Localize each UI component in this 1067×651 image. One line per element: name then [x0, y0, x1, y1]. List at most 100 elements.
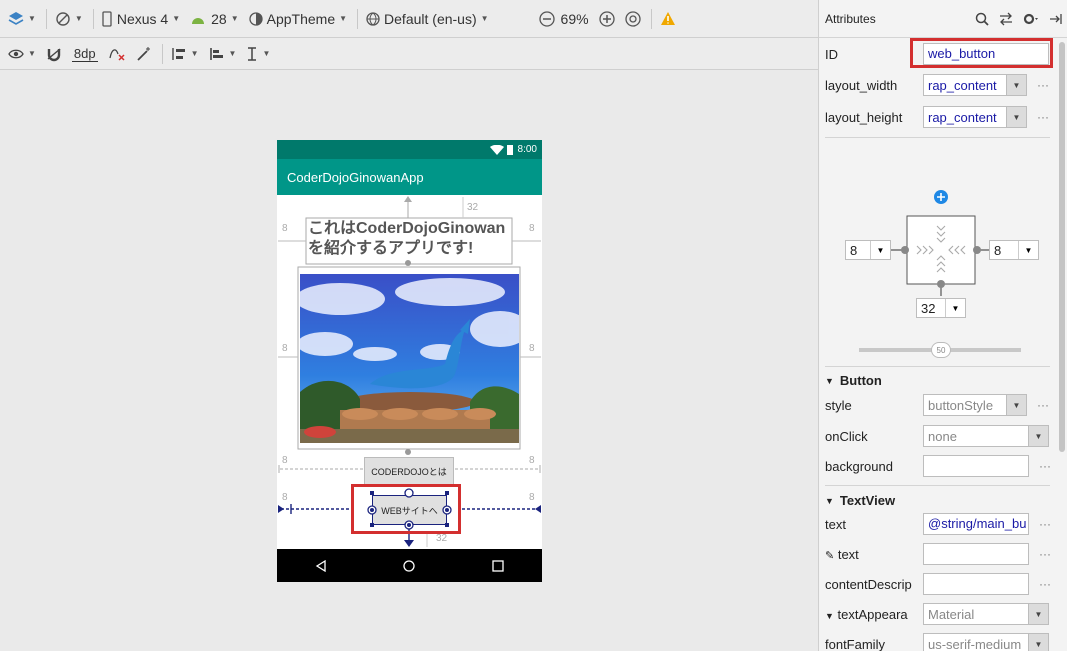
- more-icon[interactable]: ···: [1039, 547, 1051, 561]
- device-dropdown[interactable]: Nexus 4 ▼: [102, 11, 180, 27]
- hide-panel-icon[interactable]: [1049, 12, 1063, 26]
- button-section-header[interactable]: ▼ Button: [825, 373, 882, 388]
- align-dropdown[interactable]: ▼: [209, 46, 236, 62]
- rotate-icon: [56, 11, 70, 26]
- design-toolbar: ▼ ▼ Nexus 4 ▼ 28 ▼ AppTheme ▼ Default (en-u…: [0, 0, 818, 38]
- clear-constraints-button[interactable]: [108, 46, 126, 62]
- eye-icon: [8, 49, 24, 58]
- chevron-down-icon: ▼: [1018, 241, 1038, 259]
- text-field[interactable]: @string/main_bu: [923, 513, 1029, 535]
- constraint-widget[interactable]: [839, 180, 1054, 365]
- locale-dropdown[interactable]: Default (en-us) ▼: [366, 11, 489, 27]
- swap-icon[interactable]: [999, 12, 1013, 26]
- zoom-fit-icon: [624, 10, 641, 27]
- right-margin-select[interactable]: 8 ▼: [989, 240, 1039, 260]
- whale-statue-image[interactable]: [300, 274, 519, 443]
- left-margin-select[interactable]: 8 ▼: [845, 240, 891, 260]
- textview-section-header[interactable]: ▼ TextView: [825, 493, 895, 508]
- image-margin-left-label: 8: [282, 343, 288, 354]
- style-label: style: [825, 397, 852, 413]
- intro-textview[interactable]: これはCoderDojoGinowan を紹介するアプリです!: [308, 219, 508, 259]
- clear-constraints-icon: [108, 48, 125, 61]
- layout-height-label: layout_height: [825, 109, 903, 125]
- style-select[interactable]: buttonStyle ▼: [923, 394, 1027, 416]
- onclick-row: onClick none ▼: [825, 424, 1055, 448]
- separator: [45, 8, 47, 29]
- api-label: 28: [211, 10, 227, 27]
- guidelines-dropdown[interactable]: ▼: [246, 46, 270, 62]
- zoom-in-button[interactable]: [598, 10, 615, 27]
- content-description-field[interactable]: [923, 573, 1029, 595]
- text-appearance-select[interactable]: Material ▼: [923, 603, 1049, 625]
- tools-text-field[interactable]: [923, 543, 1029, 565]
- arrow-up-icon: [404, 196, 412, 202]
- orientation-dropdown[interactable]: ▼: [55, 11, 83, 27]
- layers-icon: [8, 11, 24, 25]
- font-family-row: fontFamily us-serif-medium ▼: [825, 632, 1055, 651]
- text-appearance-row: ▼ textAppeara Material ▼: [825, 602, 1055, 626]
- highlight-box-button: [351, 484, 461, 534]
- chevron-down-icon: ▼: [945, 299, 965, 317]
- textview-anchor: [405, 260, 411, 266]
- image-margin-right-label: 8: [529, 343, 535, 354]
- gear-icon[interactable]: [1023, 12, 1039, 26]
- background-field[interactable]: [923, 455, 1029, 477]
- layout-width-select[interactable]: rap_content ▼: [923, 74, 1027, 96]
- onclick-select[interactable]: none ▼: [923, 425, 1049, 447]
- search-icon[interactable]: [975, 12, 989, 26]
- more-icon[interactable]: ···: [1039, 517, 1051, 531]
- zoom-level: 69%: [560, 10, 589, 27]
- layers-dropdown[interactable]: ▼: [8, 11, 36, 27]
- view-options-dropdown[interactable]: ▼: [8, 48, 36, 60]
- more-icon[interactable]: ···: [1037, 110, 1049, 124]
- locale-label: Default (en-us): [384, 10, 477, 27]
- scrollbar[interactable]: [1059, 42, 1065, 452]
- margin-left-label: 8: [282, 223, 288, 234]
- infer-constraints-button[interactable]: [136, 46, 152, 62]
- bias-slider-handle[interactable]: 50: [931, 342, 951, 358]
- warning-button[interactable]: [660, 11, 676, 26]
- zoom-out-button[interactable]: [538, 10, 555, 27]
- theme-dropdown[interactable]: AppTheme ▼: [248, 11, 347, 27]
- intro-text-line2: を紹介するアプリです!: [308, 240, 474, 257]
- home-icon[interactable]: [402, 559, 416, 573]
- text-label: text: [825, 516, 846, 532]
- phone-icon: [102, 10, 112, 27]
- layout-width-label: layout_width: [825, 77, 898, 93]
- tools-text-label: ✎ text: [825, 546, 859, 562]
- bottom-margin-select[interactable]: 32 ▼: [916, 298, 966, 318]
- chevron-down-icon: ▼: [1028, 604, 1048, 624]
- chevron-down-icon: ▼: [870, 241, 890, 259]
- content-description-label: contentDescrip: [825, 576, 912, 592]
- id-label: ID: [825, 46, 838, 62]
- button1-margin-right-label: 8: [529, 455, 535, 466]
- layout-height-select[interactable]: rap_content ▼: [923, 106, 1027, 128]
- api-dropdown[interactable]: 28 ▼: [190, 11, 239, 27]
- guideline-icon: [248, 46, 257, 61]
- more-icon[interactable]: ···: [1037, 398, 1049, 412]
- navigation-bar: [277, 549, 542, 582]
- zoom-fit-button[interactable]: [624, 10, 641, 27]
- autoconnect-toggle[interactable]: [46, 46, 62, 62]
- recents-icon[interactable]: [492, 559, 504, 572]
- theme-icon: [248, 11, 263, 26]
- font-family-label: fontFamily: [825, 636, 885, 651]
- button2-margin-left-label: 8: [282, 492, 288, 503]
- chevron-down-icon: ▼: [1006, 75, 1026, 95]
- margin-bottom-label: 32: [436, 533, 448, 544]
- more-icon[interactable]: ···: [1037, 78, 1049, 92]
- back-icon[interactable]: [315, 559, 327, 572]
- pack-icon: [171, 47, 185, 60]
- layout-height-row: layout_height rap_content ▼ ···: [825, 105, 1055, 129]
- zoom-in-icon: [598, 10, 615, 27]
- battery-icon: [506, 145, 513, 155]
- more-icon[interactable]: ···: [1039, 577, 1051, 591]
- tools-text-row: ✎ text ···: [825, 542, 1055, 566]
- default-margin-field[interactable]: 8dp: [71, 46, 98, 62]
- pack-dropdown[interactable]: ▼: [171, 46, 199, 62]
- more-icon[interactable]: ···: [1039, 459, 1051, 473]
- font-family-select[interactable]: us-serif-medium ▼: [923, 633, 1049, 651]
- button1-margin-left-label: 8: [282, 455, 288, 466]
- coderdojo-button[interactable]: CODERDOJOとは: [364, 457, 454, 485]
- magnet-icon: [47, 47, 61, 61]
